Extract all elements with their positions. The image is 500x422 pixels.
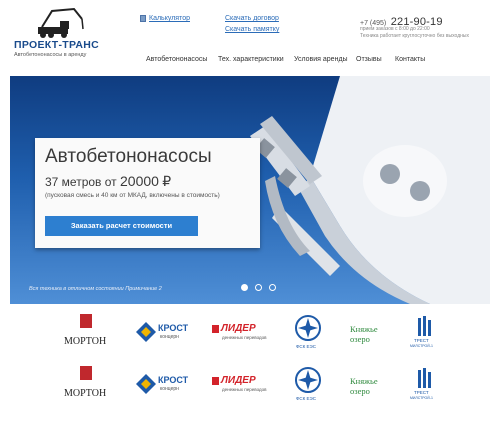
tech-note: Техника работает круглосуточно без выход… <box>360 33 469 39</box>
knyazhie-label: Княжье <box>350 324 378 334</box>
price-prefix: 37 метров от <box>45 175 117 189</box>
logo-title: ПРОЕКТ-ТРАНС <box>14 39 100 51</box>
nav-item-rental-terms[interactable]: Условия аренды <box>294 56 348 63</box>
currency-symbol: ₽ <box>162 173 172 189</box>
knyazhie-label: Княжье <box>350 376 378 386</box>
krost-sub: концерн <box>160 386 179 392</box>
krost-label: КРОСТ <box>158 323 189 333</box>
price-note: (пусковая смесь и 40 км от МКАД, включен… <box>45 192 220 199</box>
partner-fsk[interactable]: ФСК ЕЭС <box>294 312 324 352</box>
trest-label: ТРЕСТ <box>414 338 429 343</box>
site-logo[interactable]: ПРОЕКТ-ТРАНС Автобетононасосы в аренду <box>14 7 106 59</box>
partner-krost[interactable]: КРОСТ концерн <box>136 312 196 352</box>
download-memo-link[interactable]: Скачать памятку <box>225 26 279 33</box>
lider-mark-icon <box>212 377 219 385</box>
lider-sub: денежных переводов <box>222 335 267 340</box>
nav-item-pumps[interactable]: Автобетононасосы <box>146 56 207 63</box>
partner-trest[interactable]: ТРЕСТ МИЛСТРОЙ-1 <box>410 312 440 352</box>
nav-item-specs[interactable]: Тех. характеристики <box>218 56 284 63</box>
ozero-label: озеро <box>350 334 370 344</box>
slide-dot-3[interactable] <box>269 284 276 291</box>
nav-item-reviews[interactable]: Отзывы <box>356 56 382 63</box>
ozero-label: озеро <box>350 386 370 396</box>
partner-krost[interactable]: КРОСТ концерн <box>136 364 196 404</box>
partner-lider[interactable]: ЛИДЕР денежных переводов <box>212 312 272 352</box>
lider-sub: денежных переводов <box>222 387 267 392</box>
krost-label: КРОСТ <box>158 375 189 385</box>
offer-title: Автобетононасосы <box>45 146 212 167</box>
partner-morton[interactable]: МОРТОН <box>64 364 124 404</box>
partner-morton[interactable]: МОРТОН <box>64 312 124 352</box>
trest-sub: МИЛСТРОЙ-1 <box>410 396 433 400</box>
order-hours: прием заказов с 8:00 до 22:00 <box>360 26 430 32</box>
morton-mark-icon <box>80 314 92 328</box>
fsk-emblem-icon <box>295 315 321 341</box>
morton-label: МОРТОН <box>64 336 107 347</box>
concrete-pump-icon <box>38 7 84 38</box>
fsk-label: ФСК ЕЭС <box>296 344 317 349</box>
nav-item-contacts[interactable]: Контакты <box>395 56 425 63</box>
lider-label: ЛИДЕР <box>221 375 256 386</box>
download-contract-link[interactable]: Скачать договор <box>225 15 279 22</box>
order-calculation-button[interactable]: Заказать расчет стоимости <box>45 216 198 236</box>
lider-mark-icon <box>212 325 219 333</box>
trest-label: ТРЕСТ <box>414 390 429 395</box>
partners-row: МОРТОН КРОСТ концерн ЛИДЕР денежных пере… <box>0 312 500 352</box>
calculator-link[interactable]: Калькулятор <box>149 15 190 22</box>
slide-dot-2[interactable] <box>255 284 262 291</box>
offer-price: 37 метров от 20000 ₽ <box>45 173 171 190</box>
partner-trest[interactable]: ТРЕСТ МИЛСТРОЙ-1 <box>410 364 440 404</box>
partners-row: МОРТОН КРОСТ концерн ЛИДЕР денежных пере… <box>0 364 500 404</box>
partner-knyazhie-ozero[interactable]: Княжье озеро <box>350 364 390 404</box>
lider-label: ЛИДЕР <box>221 323 256 334</box>
price-value: 20000 <box>120 173 159 189</box>
trest-building-icon <box>418 368 431 388</box>
partner-fsk[interactable]: ФСК ЕЭС <box>294 364 324 404</box>
krost-diamond-icon <box>136 322 156 342</box>
trest-building-icon <box>418 316 431 336</box>
calculator-icon <box>140 15 146 22</box>
partner-lider[interactable]: ЛИДЕР денежных переводов <box>212 364 272 404</box>
slide-caption: Вся техника в отличном состоянии Примича… <box>29 286 162 292</box>
trest-sub: МИЛСТРОЙ-1 <box>410 344 433 348</box>
fsk-emblem-icon <box>295 367 321 393</box>
offer-card: Автобетононасосы 37 метров от 20000 ₽ (п… <box>35 138 260 248</box>
hero-slider: Автобетононасосы 37 метров от 20000 ₽ (п… <box>10 76 490 304</box>
morton-mark-icon <box>80 366 92 380</box>
slide-dot-1[interactable] <box>241 284 248 291</box>
main-nav: Автобетононасосы Тех. характеристики Усл… <box>0 56 500 66</box>
partner-knyazhie-ozero[interactable]: Княжье озеро <box>350 312 390 352</box>
krost-sub: концерн <box>160 334 179 340</box>
krost-diamond-icon <box>136 374 156 394</box>
morton-label: МОРТОН <box>64 388 107 399</box>
fsk-label: ФСК ЕЭС <box>296 396 317 401</box>
